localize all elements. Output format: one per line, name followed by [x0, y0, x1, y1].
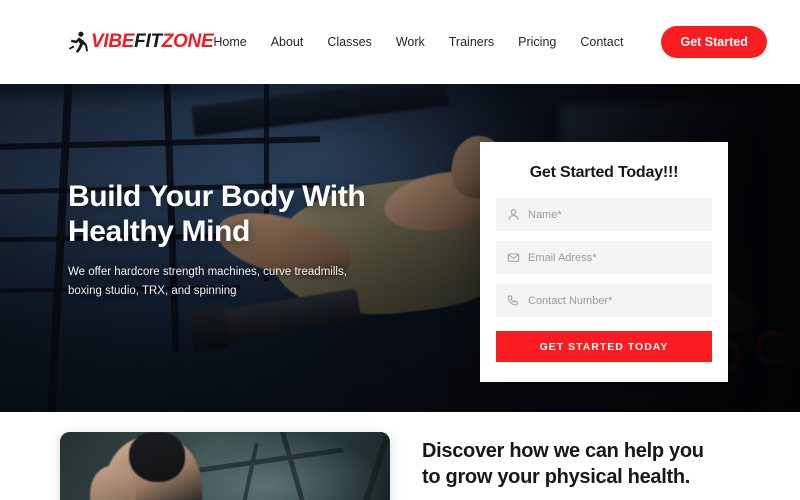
- discover-title-line-1: Discover how we can help you: [422, 440, 704, 462]
- site-logo[interactable]: VIBEFITZONE: [68, 31, 214, 53]
- discover-photo: [60, 432, 390, 500]
- logo-text-zone: ZONE: [161, 31, 214, 52]
- equipment-strut: [227, 442, 259, 500]
- hero-content: Build Your Body With Healthy Mind We off…: [0, 84, 800, 412]
- nav-item-trainers[interactable]: Trainers: [449, 35, 494, 49]
- nav-item-about[interactable]: About: [271, 35, 304, 49]
- logo-text-fit: FIT: [134, 31, 162, 52]
- discover-title-line-2: to grow your physical health.: [422, 466, 691, 488]
- email-field[interactable]: Email Adress*: [496, 241, 712, 274]
- hero-title-line-1: Build Your Body With: [68, 180, 366, 213]
- discover-copy-block: Discover how we can help you to grow you…: [422, 432, 740, 499]
- equipment-strut: [277, 432, 326, 500]
- hero-subtitle: We offer hardcore strength machines, cur…: [68, 266, 347, 297]
- email-field-placeholder: Email Adress*: [528, 251, 597, 264]
- discover-person-hair: [129, 432, 186, 483]
- logo-text-vibe: VIBE: [91, 31, 135, 52]
- nav-item-work[interactable]: Work: [396, 35, 425, 49]
- hero-title-line-2: Healthy Mind: [68, 214, 250, 248]
- contact-number-field-placeholder: Contact Number*: [528, 294, 613, 307]
- hero-copy-block: Build Your Body With Healthy Mind We off…: [68, 180, 388, 301]
- site-header: VIBEFITZONE Home About Classes Work Trai…: [0, 0, 800, 84]
- user-icon: [508, 209, 519, 220]
- get-started-today-submit-button[interactable]: GET STARTED TODAY: [496, 331, 712, 362]
- nav-item-pricing[interactable]: Pricing: [518, 35, 556, 49]
- discover-title: Discover how we can help you to grow you…: [422, 438, 740, 490]
- equipment-strut: [192, 447, 344, 474]
- equipment-strut: [340, 432, 390, 500]
- get-started-form-card: Get Started Today!!! Name* Email Adress*: [480, 142, 728, 382]
- nav-item-home[interactable]: Home: [213, 35, 246, 49]
- name-field-placeholder: Name*: [528, 208, 562, 221]
- logo-wordmark: VIBEFITZONE: [91, 31, 214, 53]
- email-icon: [507, 253, 520, 262]
- discover-section: Discover how we can help you to grow you…: [0, 412, 800, 500]
- nav-item-contact[interactable]: Contact: [580, 35, 623, 49]
- get-started-button[interactable]: Get Started: [661, 26, 767, 58]
- nav-item-classes[interactable]: Classes: [327, 35, 371, 49]
- running-person-icon: [69, 31, 88, 53]
- name-field[interactable]: Name*: [496, 198, 712, 231]
- hero-title: Build Your Body With Healthy Mind: [68, 180, 388, 249]
- hero-section: Build Your Body With Healthy Mind We off…: [0, 84, 800, 412]
- main-navigation: Home About Classes Work Trainers Pricing…: [213, 26, 767, 58]
- form-title: Get Started Today!!!: [529, 164, 679, 181]
- phone-icon: [507, 295, 518, 306]
- contact-number-field[interactable]: Contact Number*: [496, 284, 712, 317]
